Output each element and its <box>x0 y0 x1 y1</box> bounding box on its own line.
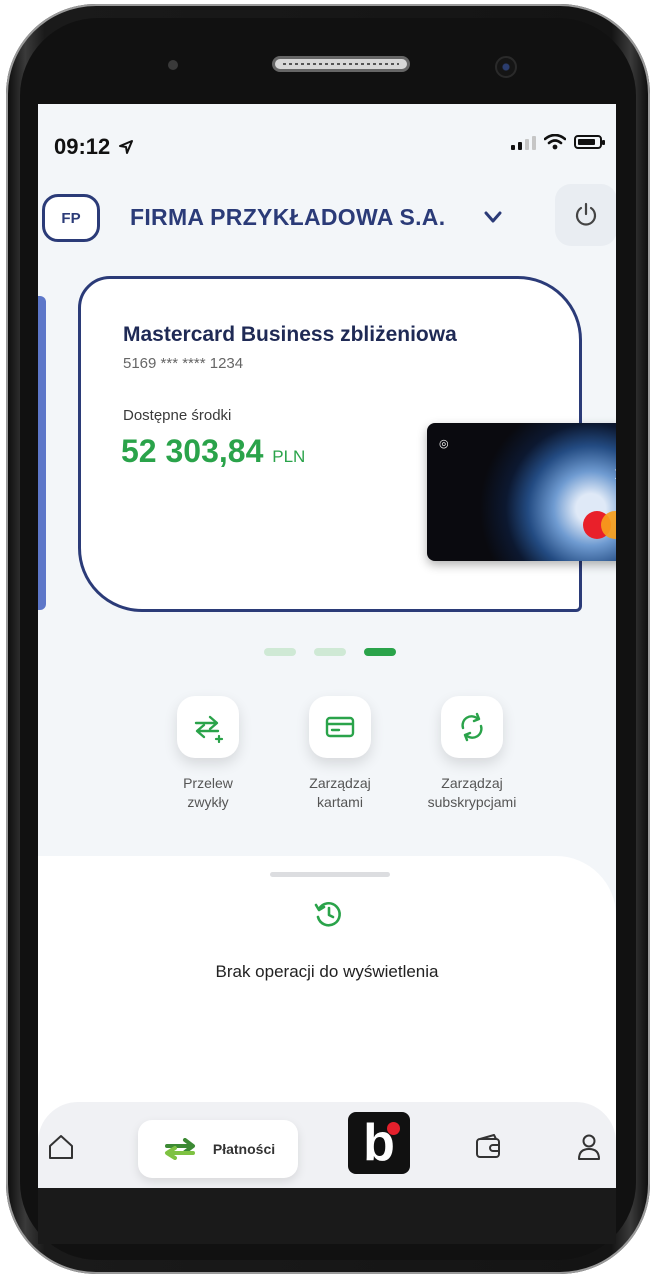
action-transfer[interactable]: Przelew zwykły <box>138 696 278 812</box>
phone-speaker <box>272 56 410 72</box>
signal-icon <box>511 134 536 150</box>
bottom-nav: Płatności b <box>38 1102 616 1188</box>
currency-label: PLN <box>272 447 306 466</box>
status-time: 09:12 <box>54 134 134 160</box>
action-subscriptions-icon-box[interactable] <box>441 696 503 758</box>
transfer-icon <box>194 715 224 743</box>
action-cards-label: Zarządzaj kartami <box>309 775 371 810</box>
card-name: Mastercard Business zbliżeniowa <box>123 323 457 346</box>
available-funds-label: Dostępne środki <box>123 407 232 424</box>
avatar-initials: FP <box>61 209 81 227</box>
contactless-icon: ))) <box>615 469 616 480</box>
action-transfer-icon-box[interactable] <box>177 696 239 758</box>
nav-payments-label: Płatności <box>212 1141 276 1157</box>
carousel-dot-active[interactable] <box>364 648 396 656</box>
phone-chin <box>38 1188 616 1244</box>
app-screen: 09:12 FP FIRMA PRZYKŁADOWA S.A. Masterca… <box>38 104 616 1188</box>
carousel-dot[interactable] <box>314 648 346 656</box>
status-bar: 09:12 <box>38 104 616 174</box>
nav-payments-button[interactable]: Płatności <box>138 1120 298 1178</box>
card-icon <box>325 716 355 738</box>
logout-button[interactable] <box>555 184 616 246</box>
card-number: 5169 *** **** 1234 <box>123 355 244 372</box>
phone-camera <box>495 56 517 78</box>
bank-logo-icon: ◎ <box>439 438 449 450</box>
payment-card[interactable]: Mastercard Business zbliżeniowa 5169 ***… <box>78 276 616 612</box>
blik-logo-dot <box>387 1122 400 1135</box>
refresh-icon <box>461 712 483 742</box>
sheet-drag-handle[interactable] <box>270 872 390 877</box>
home-icon[interactable] <box>46 1132 76 1162</box>
battery-icon <box>574 135 605 149</box>
action-manage-subscriptions[interactable]: Zarządzaj subskrypcjami <box>402 696 542 812</box>
profile-icon[interactable] <box>574 1132 604 1162</box>
empty-history-text: Brak operacji do wyświetlenia <box>215 962 439 981</box>
carousel-dot[interactable] <box>264 648 296 656</box>
carousel-indicator <box>264 648 396 656</box>
phone-sensor <box>168 60 178 70</box>
chevron-down-icon[interactable] <box>482 206 504 228</box>
nav-blik-logo-button[interactable]: b <box>348 1112 410 1174</box>
wallet-icon[interactable] <box>474 1132 504 1162</box>
action-cards-icon-box[interactable] <box>309 696 371 758</box>
available-funds-amount: 52 303,84 PLN <box>121 433 306 469</box>
action-transfer-label: Przelew zwykły <box>183 775 233 810</box>
company-avatar[interactable]: FP <box>42 194 100 242</box>
company-selector-label[interactable]: FIRMA PRZYKŁADOWA S.A. <box>130 204 445 231</box>
location-arrow-icon <box>119 140 134 154</box>
card-image: ◎ ))) <box>427 423 616 561</box>
payments-arrows-icon <box>164 1138 195 1160</box>
action-manage-cards[interactable]: Zarządzaj kartami <box>270 696 410 812</box>
status-icons <box>511 134 605 150</box>
wifi-icon <box>544 134 566 150</box>
power-icon <box>575 202 597 226</box>
history-icon <box>314 902 341 927</box>
previous-card-peek[interactable] <box>38 296 46 610</box>
action-subscriptions-label: Zarządzaj subskrypcjami <box>427 775 517 810</box>
